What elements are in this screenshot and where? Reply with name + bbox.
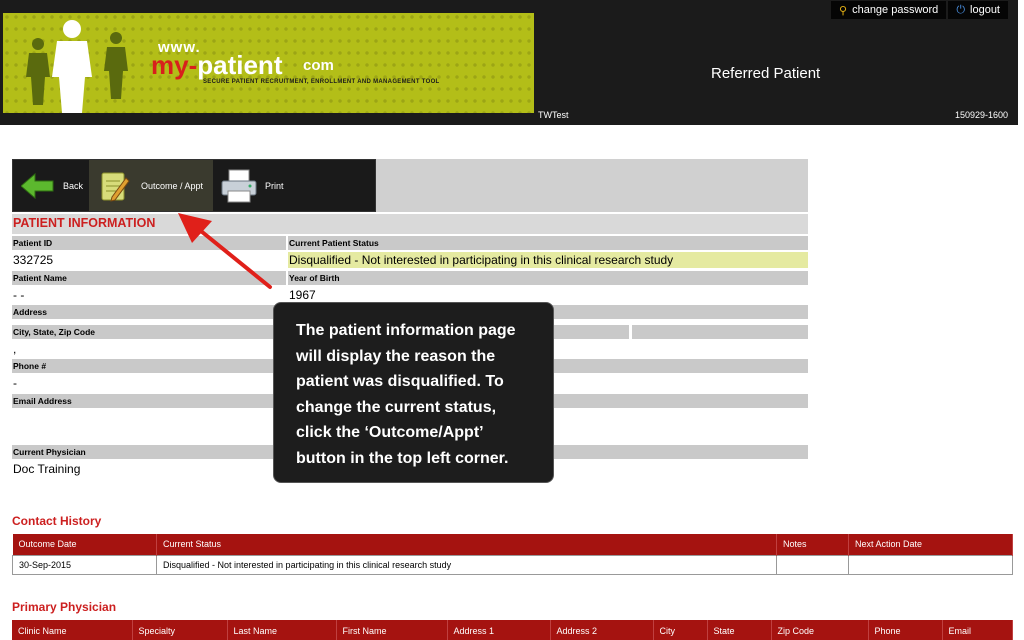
contact-history-table: Outcome Date Current Status Notes Next A… (12, 534, 1013, 575)
logo-patient: patient (197, 50, 283, 80)
current-physician-value: Doc Training (13, 462, 81, 476)
table-header-row: Outcome Date Current Status Notes Next A… (12, 534, 1013, 555)
back-button[interactable]: Back (13, 160, 89, 211)
person-silhouette-icon (104, 32, 128, 99)
table-header-row: Clinic Name Specialty Last Name First Na… (12, 620, 1013, 640)
current-status-value: Disqualified - Not interested in partici… (288, 252, 808, 268)
logo-com: com (303, 57, 334, 74)
table-row[interactable]: 30-Sep-2015 Disqualified - Not intereste… (12, 554, 1013, 575)
notepad-pencil-icon (97, 168, 133, 204)
column-header[interactable]: Email (942, 620, 1013, 640)
app-header: www. my-patient com SECURE PATIENT RECRU… (0, 0, 1018, 125)
table-cell (848, 554, 1013, 575)
current-status-label: Current Patient Status (288, 236, 808, 250)
column-header[interactable]: Next Action Date (848, 534, 1013, 555)
person-silhouette-icon (26, 38, 50, 105)
change-password-label: change password (852, 4, 939, 16)
outcome-appt-label: Outcome / Appt (141, 180, 204, 191)
outcome-appt-button[interactable]: Outcome / Appt (89, 160, 213, 211)
city-state-zip-extra-label (632, 325, 808, 339)
logo-my: my- (151, 50, 198, 80)
year-of-birth-value: 1967 (289, 288, 316, 302)
back-arrow-icon (21, 168, 55, 204)
primary-physician-title: Primary Physician (12, 600, 117, 614)
column-header[interactable]: City (653, 620, 708, 640)
page-title: Referred Patient (711, 65, 821, 82)
print-label: Print (265, 180, 284, 191)
patient-info-title: PATIENT INFORMATION (12, 214, 808, 234)
logo-tagline: SECURE PATIENT RECRUITMENT, ENROLLMENT A… (203, 79, 440, 85)
column-header[interactable]: Address 2 (550, 620, 654, 640)
column-header[interactable]: Last Name (227, 620, 337, 640)
print-button[interactable]: Print (213, 160, 313, 211)
column-header[interactable]: Specialty (132, 620, 228, 640)
column-header[interactable]: Current Status (156, 534, 777, 555)
column-header[interactable]: Address 1 (447, 620, 551, 640)
key-icon: ⚲ (839, 4, 848, 17)
logo-banner: www. my-patient com SECURE PATIENT RECRU… (3, 13, 534, 113)
power-icon: ⏻ (956, 3, 966, 16)
column-header[interactable]: Zip Code (771, 620, 869, 640)
current-user: TWTest (538, 110, 569, 120)
column-header[interactable]: Clinic Name (12, 620, 133, 640)
logo-wordmark: my-patient (151, 50, 282, 81)
change-password-link[interactable]: ⚲ change password (831, 1, 947, 19)
patient-name-value: - - (13, 288, 25, 302)
primary-physician-table: Clinic Name Specialty Last Name First Na… (12, 620, 1013, 640)
table-cell: Disqualified - Not interested in partici… (156, 554, 777, 575)
city-state-zip-value: , (13, 342, 17, 356)
phone-value: - (13, 376, 17, 390)
column-header[interactable]: Phone (868, 620, 943, 640)
top-links: ⚲ change password ⏻ logout (831, 1, 1008, 19)
column-header[interactable]: State (707, 620, 772, 640)
contact-history-title: Contact History (12, 514, 102, 528)
logout-link[interactable]: ⏻ logout (948, 1, 1008, 19)
table-cell (776, 554, 849, 575)
column-header[interactable]: First Name (336, 620, 448, 640)
table-cell: 30-Sep-2015 (12, 554, 157, 575)
printer-icon (221, 168, 257, 204)
column-header[interactable]: Outcome Date (12, 534, 157, 555)
column-header[interactable]: Notes (776, 534, 849, 555)
callout-arrow-icon (178, 213, 272, 289)
logout-label: logout (970, 4, 1000, 16)
tutorial-callout: The patient information page will displa… (273, 302, 554, 483)
person-main-silhouette-icon (52, 20, 92, 113)
page-root: www. my-patient com SECURE PATIENT RECRU… (0, 0, 1024, 640)
back-label: Back (63, 180, 84, 191)
year-of-birth-label: Year of Birth (288, 271, 808, 285)
patient-id-value: 332725 (13, 253, 54, 267)
version-label: 150929-1600 (954, 110, 1008, 120)
